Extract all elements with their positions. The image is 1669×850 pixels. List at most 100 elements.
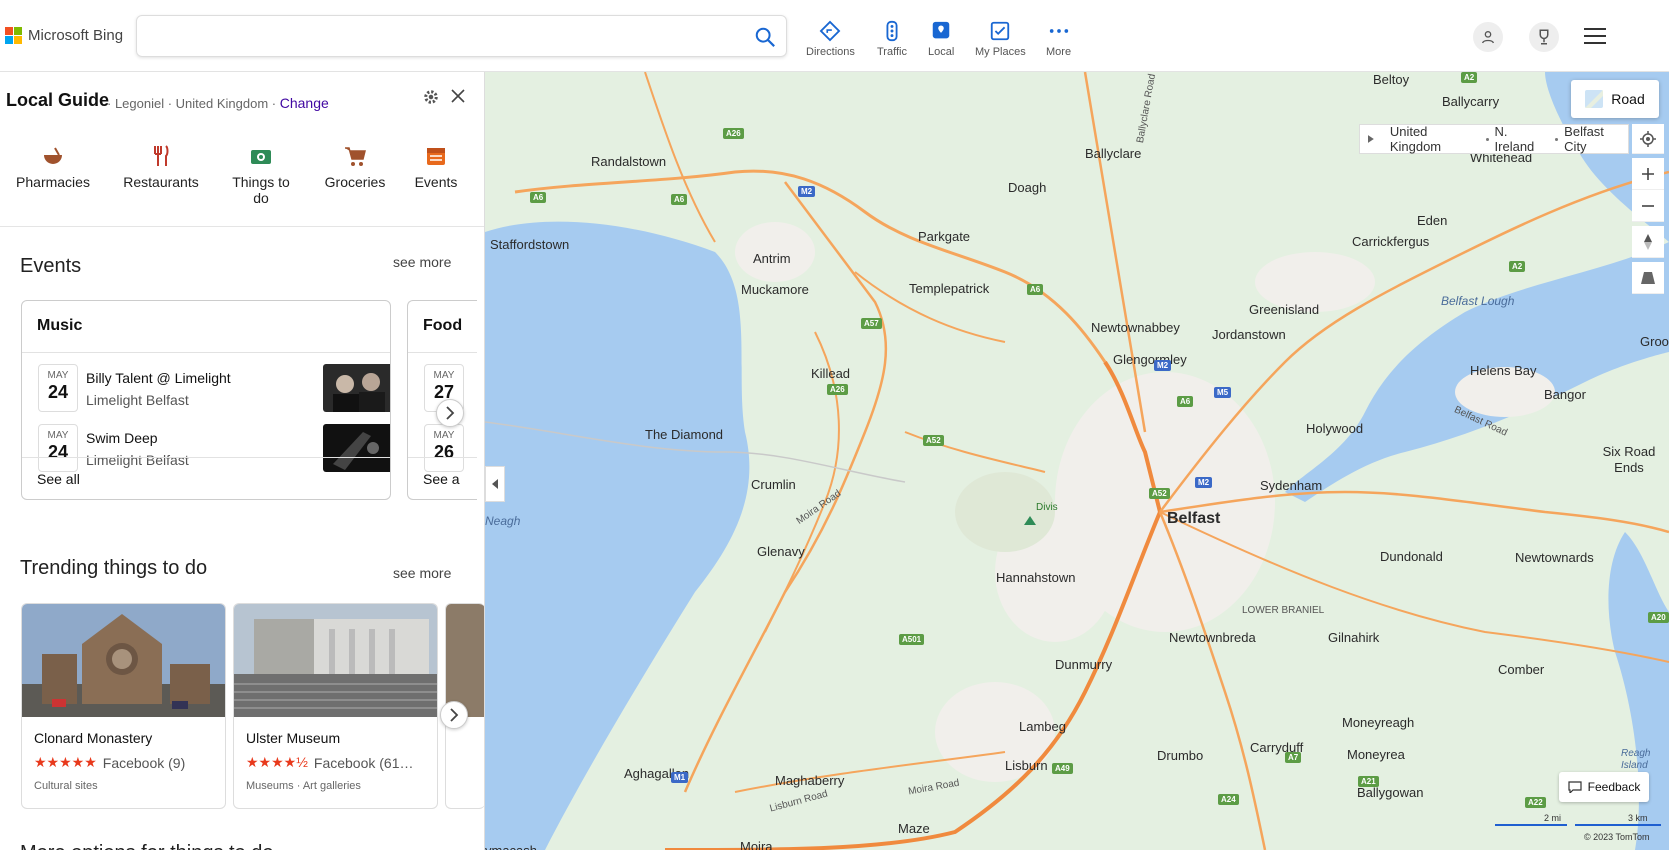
road-shield: A6 (530, 192, 547, 203)
more-button[interactable]: More (1046, 20, 1071, 58)
event-thumbnail (323, 364, 390, 412)
bing-logo[interactable]: Microsoft Bing (5, 27, 123, 44)
category-restaurants[interactable]: Restaurants (121, 144, 201, 190)
zoom-out-button[interactable] (1632, 190, 1664, 222)
microsoft-logo-icon (5, 27, 22, 44)
chevron-left-icon (492, 479, 498, 489)
gear-icon[interactable] (422, 88, 440, 106)
road-shield: A52 (923, 435, 944, 446)
event-card-heading: Music (22, 301, 390, 353)
road-shield: A501 (899, 634, 925, 645)
map-style-icon (1585, 90, 1604, 108)
breadcrumb-separator (1555, 137, 1559, 141)
traffic-icon (886, 20, 898, 42)
road-shield: M2 (1195, 477, 1213, 488)
location-breadcrumb: United Kingdom N. Ireland Belfast City (1359, 124, 1629, 154)
trending-card[interactable]: Clonard Monastery ★★★★★ Facebook (9) Cul… (21, 603, 226, 809)
map-style-button[interactable]: Road (1571, 80, 1659, 118)
event-month: MAY (433, 370, 455, 381)
place-tags: Museums · Art galleries (246, 780, 361, 792)
search-input[interactable] (149, 16, 739, 56)
road-shield: A7 (1285, 752, 1302, 763)
map-water-label: Neagh (485, 514, 521, 528)
category-events[interactable]: Events (413, 144, 459, 190)
map-label: Moira (740, 839, 773, 850)
events-see-more-link[interactable]: see more (393, 254, 451, 270)
collapse-panel-button[interactable] (485, 466, 505, 502)
change-location-link[interactable]: Change (280, 95, 329, 111)
map-label: Muckamore (741, 282, 809, 297)
feedback-button[interactable]: Feedback (1559, 772, 1649, 802)
place-rating: ★★★★½ Facebook (61… (246, 754, 414, 771)
map-label: The Diamond (645, 427, 724, 442)
place-photo (446, 604, 484, 717)
events-section-title: Events (20, 255, 82, 277)
map-label: Ballycarry (1442, 94, 1500, 109)
breadcrumb-item[interactable]: United Kingdom (1390, 124, 1480, 154)
map-canvas[interactable]: Belfast Beltoy Ballycarry Whitehead Rand… (485, 72, 1669, 850)
map-label: Groomsp (1640, 334, 1669, 349)
events-next-button[interactable] (436, 399, 464, 427)
event-month: MAY (47, 430, 69, 441)
map-label: Newtownabbey (1091, 320, 1180, 335)
category-label: Things to do (232, 174, 290, 206)
road-shield: A20 (1648, 612, 1669, 623)
feedback-label: Feedback (1587, 780, 1641, 794)
trending-card[interactable]: Ulster Museum ★★★★½ Facebook (61… Museum… (233, 603, 438, 809)
see-all-link[interactable]: See all (22, 457, 390, 499)
rating-source: Facebook (61… (313, 754, 414, 771)
event-item[interactable]: MAY 24 Billy Talent @ Limelight Limeligh… (38, 364, 390, 414)
map-label: Newtownards (1515, 550, 1594, 565)
locate-me-button[interactable] (1632, 124, 1664, 154)
divider (0, 226, 484, 227)
search-icon[interactable] (754, 26, 776, 48)
rewards-button[interactable] (1529, 22, 1559, 52)
my-places-button[interactable]: My Places (975, 20, 1026, 58)
breadcrumb-item[interactable]: N. Ireland (1495, 124, 1550, 154)
map-label: Greenisland (1249, 302, 1320, 317)
map-label: ymacash (485, 843, 537, 850)
caret-right-icon[interactable] (1368, 135, 1374, 143)
directions-button[interactable]: Directions (806, 20, 855, 58)
map-label: Templepatrick (909, 281, 990, 296)
minus-icon (1642, 204, 1654, 207)
map-style-label: Road (1611, 91, 1645, 107)
hamburger-menu-icon[interactable] (1584, 28, 1606, 44)
more-options-section-title: More options for things to do (20, 842, 273, 850)
trending-see-more-link[interactable]: see more (393, 565, 451, 581)
map-label: Newtownbreda (1169, 630, 1256, 645)
category-groceries[interactable]: Groceries (322, 144, 388, 190)
zoom-in-button[interactable] (1632, 158, 1664, 190)
top-bar: Microsoft Bing Directions Traffic Local … (0, 0, 1669, 72)
map-label: Jordanstown (1212, 327, 1286, 342)
trending-next-button[interactable] (440, 701, 468, 729)
category-things-to-do[interactable]: Things to do (226, 144, 296, 206)
local-icon (932, 21, 950, 39)
category-pharmacies[interactable]: Pharmacies (16, 144, 90, 190)
road-shield: A49 (1052, 763, 1073, 774)
close-icon[interactable] (450, 88, 466, 104)
profile-button[interactable] (1473, 22, 1503, 52)
map-label: Antrim (753, 251, 791, 266)
directions-label: Directions (806, 46, 855, 58)
traffic-label: Traffic (877, 46, 907, 58)
see-all-link[interactable]: See a (408, 457, 477, 499)
road-shield: M1 (671, 772, 689, 783)
local-button[interactable]: Local (928, 20, 954, 58)
road-shield: A22 (1525, 797, 1546, 808)
location-country: United Kingdom (175, 96, 269, 111)
rating-source: Facebook (9) (102, 754, 186, 771)
road-shield: A21 (1358, 776, 1379, 787)
rating-stars-icon: ★★★★½ (246, 754, 308, 770)
compass-button[interactable] (1632, 226, 1664, 258)
map-label: Comber (1498, 662, 1545, 677)
map-label: Helens Bay (1470, 363, 1537, 378)
map-label: Crumlin (751, 477, 796, 492)
road-shield: A6 (1177, 396, 1194, 407)
chevron-right-icon (450, 708, 459, 722)
breadcrumb-item[interactable]: Belfast City (1564, 124, 1628, 154)
tilt-button[interactable] (1632, 262, 1664, 294)
map-label: Beltoy (1373, 72, 1410, 87)
map-label: Killead (811, 366, 851, 381)
traffic-button[interactable]: Traffic (877, 20, 907, 58)
